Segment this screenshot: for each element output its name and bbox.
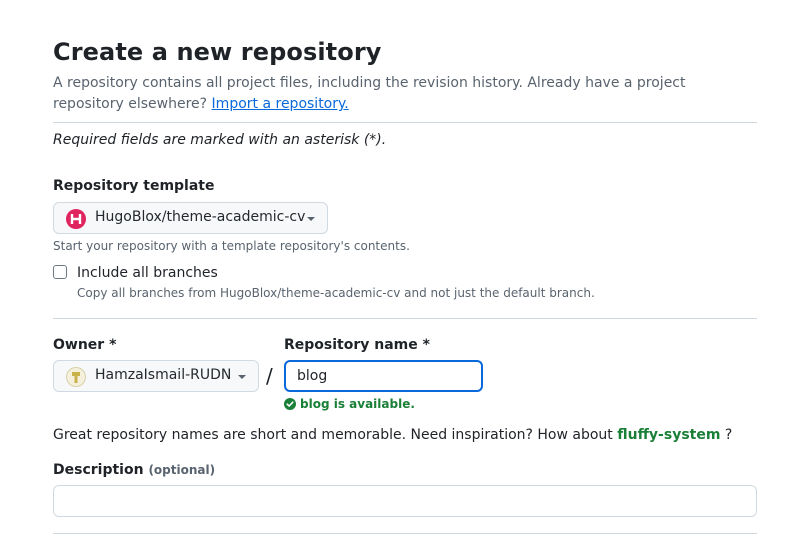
repo-name-label: Repository name * [284, 337, 430, 353]
divider [53, 318, 757, 319]
owner-avatar [66, 367, 86, 387]
template-dropdown[interactable]: HugoBlox/theme-academic-cv [53, 202, 328, 234]
page-title: Create a new repository [53, 38, 382, 66]
owner-repo-separator: / [266, 364, 273, 388]
template-label: Repository template [53, 178, 215, 194]
name-suggestion: Great repository names are short and mem… [53, 427, 732, 443]
include-branches-label[interactable]: Include all branches [77, 265, 218, 281]
suggested-name-button[interactable]: fluffy-system [617, 427, 720, 443]
divider [53, 533, 757, 534]
import-repository-link[interactable]: Import a repository. [212, 96, 349, 112]
page-description: A repository contains all project files,… [53, 73, 743, 115]
description-input[interactable] [53, 485, 757, 517]
description-label: Description (optional) [53, 462, 215, 478]
chevron-down-icon [307, 217, 315, 221]
availability-text: blog is available. [300, 397, 415, 411]
optional-tag: (optional) [148, 463, 216, 477]
owner-label: Owner * [53, 337, 117, 353]
template-selected: HugoBlox/theme-academic-cv [95, 209, 306, 225]
suggestion-text: Great repository names are short and mem… [53, 427, 613, 443]
include-branches-checkbox[interactable] [53, 265, 67, 279]
divider [53, 122, 757, 123]
required-fields-note: Required fields are marked with an aster… [53, 132, 387, 148]
page-description-text: A repository contains all project files,… [53, 75, 686, 112]
include-branches-hint: Copy all branches from HugoBlox/theme-ac… [77, 286, 595, 300]
description-label-text: Description [53, 462, 144, 478]
repo-name-input[interactable] [284, 360, 483, 392]
suggestion-suffix: ? [724, 427, 733, 443]
availability-status: blog is available. [284, 397, 415, 411]
owner-dropdown[interactable]: HamzaIsmail-RUDN [53, 360, 259, 392]
hugoblox-logo-icon [66, 209, 86, 229]
check-circle-icon [284, 398, 296, 410]
chevron-down-icon [238, 375, 246, 379]
owner-selected: HamzaIsmail-RUDN [95, 367, 232, 383]
template-hint: Start your repository with a template re… [53, 239, 410, 253]
